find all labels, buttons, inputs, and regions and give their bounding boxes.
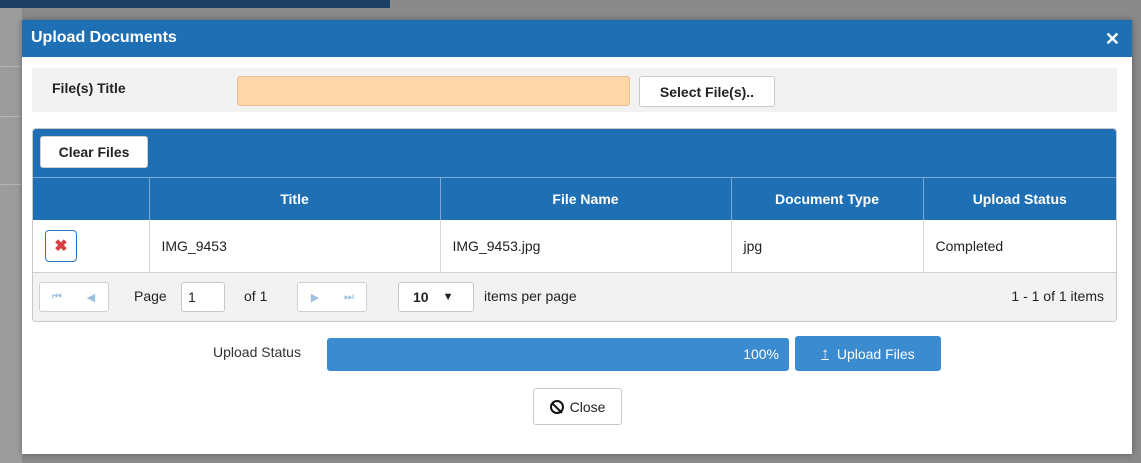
page-count-label: of 1 <box>244 288 268 304</box>
dialog-title: Upload Documents <box>31 29 177 46</box>
first-page-icon[interactable]: ⏮ <box>40 283 74 311</box>
upload-icon: ↑ <box>821 345 829 362</box>
page-size-value: 10 <box>413 289 429 305</box>
background-divider <box>0 66 22 67</box>
file-title-row: File(s) Title Select File(s).. <box>32 68 1117 112</box>
cell-upload-status: Completed <box>922 220 1116 272</box>
delete-row-button[interactable]: ✖ <box>45 230 77 262</box>
row-actions-cell: ✖ <box>33 220 149 272</box>
file-title-input[interactable] <box>237 76 630 106</box>
files-grid: Clear Files Title File Name Document Typ… <box>32 128 1117 322</box>
dialog-titlebar: Upload Documents ✕ <box>22 20 1132 57</box>
chevron-down-icon: ▼ <box>442 291 454 303</box>
cell-document-type: jpg <box>730 220 923 272</box>
grid-pager: ⏮ ◀ Page 1 of 1 ▶ ⏭ 10 ▼ items per page … <box>33 272 1116 321</box>
background-divider <box>0 184 22 185</box>
file-title-label: File(s) Title <box>52 80 126 96</box>
column-header-file-name[interactable]: File Name <box>439 177 731 220</box>
page-size-select[interactable]: 10 ▼ <box>398 282 474 312</box>
column-header-upload-status[interactable]: Upload Status <box>922 177 1116 220</box>
upload-files-button[interactable]: ↑ Upload Files <box>795 336 941 371</box>
close-button[interactable]: Close <box>533 388 622 425</box>
grid-toolbar: Clear Files <box>33 129 1116 177</box>
pager-first-prev-group: ⏮ ◀ <box>39 282 109 312</box>
table-header-row: Title File Name Document Type Upload Sta… <box>33 177 1116 220</box>
ban-icon <box>549 399 564 414</box>
close-icon[interactable]: ✕ <box>1105 29 1120 50</box>
column-header-document-type[interactable]: Document Type <box>730 177 923 220</box>
table-row: ✖ IMG_9453 IMG_9453.jpg jpg Completed <box>33 220 1116 272</box>
delete-x-icon: ✖ <box>54 238 68 255</box>
cell-title: IMG_9453 <box>148 220 440 272</box>
items-per-page-label: items per page <box>484 288 577 304</box>
upload-progress-bar: 100% <box>327 338 789 371</box>
close-button-label: Close <box>569 398 606 415</box>
pager-info: 1 - 1 of 1 items <box>1011 288 1104 304</box>
background-header-strip <box>0 0 390 8</box>
column-header-title[interactable]: Title <box>148 177 440 220</box>
background-divider <box>0 116 22 117</box>
previous-page-icon[interactable]: ◀ <box>74 283 108 311</box>
files-table: Title File Name Document Type Upload Sta… <box>33 177 1116 272</box>
background-left-panel <box>0 8 22 463</box>
clear-files-button[interactable]: Clear Files <box>40 136 148 168</box>
upload-files-label: Upload Files <box>836 345 915 362</box>
page-number-input[interactable]: 1 <box>181 282 225 312</box>
upload-documents-dialog: Upload Documents ✕ File(s) Title Select … <box>22 20 1132 454</box>
pager-next-last-group: ▶ ⏭ <box>297 282 367 312</box>
column-header-actions <box>33 177 149 220</box>
next-page-icon[interactable]: ▶ <box>298 283 332 311</box>
upload-progress-fill: 100% <box>327 338 789 371</box>
select-files-button[interactable]: Select File(s).. <box>639 76 775 107</box>
cell-file-name: IMG_9453.jpg <box>439 220 731 272</box>
upload-progress-text: 100% <box>743 346 779 362</box>
upload-status-label: Upload Status <box>213 344 301 360</box>
last-page-icon[interactable]: ⏭ <box>332 283 366 311</box>
page-label: Page <box>134 288 167 304</box>
